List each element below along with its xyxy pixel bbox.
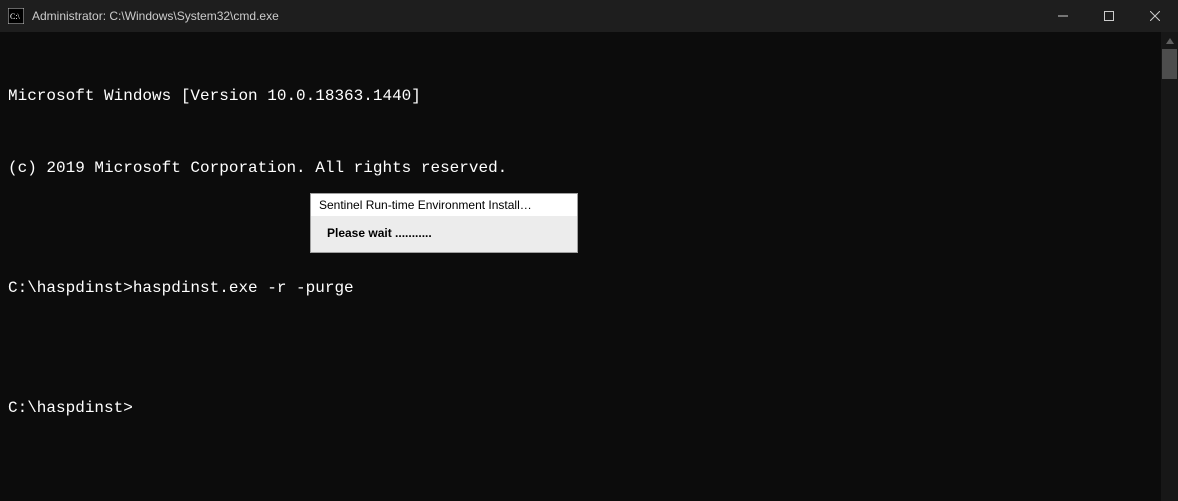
window-titlebar: C:\ Administrator: C:\Windows\System32\c… [0, 0, 1178, 32]
minimize-button[interactable] [1040, 0, 1086, 32]
terminal-line: Microsoft Windows [Version 10.0.18363.14… [8, 84, 1170, 108]
scroll-up-icon[interactable] [1161, 32, 1178, 49]
terminal-area[interactable]: Microsoft Windows [Version 10.0.18363.14… [0, 32, 1178, 501]
maximize-button[interactable] [1086, 0, 1132, 32]
dialog-message: Please wait ........... [311, 216, 577, 252]
window-title: Administrator: C:\Windows\System32\cmd.e… [32, 9, 1040, 23]
terminal-line: C:\haspdinst> [8, 396, 1170, 420]
cmd-icon: C:\ [8, 8, 24, 24]
install-dialog: Sentinel Run-time Environment Install… P… [310, 193, 578, 253]
vertical-scrollbar[interactable] [1161, 32, 1178, 501]
dialog-title: Sentinel Run-time Environment Install… [311, 194, 577, 216]
window-controls [1040, 0, 1178, 32]
close-button[interactable] [1132, 0, 1178, 32]
terminal-line: C:\haspdinst>haspdinst.exe -r -purge [8, 276, 1170, 300]
terminal-line: (c) 2019 Microsoft Corporation. All righ… [8, 156, 1170, 180]
svg-text:C:\: C:\ [10, 12, 21, 21]
scrollbar-thumb[interactable] [1162, 49, 1177, 79]
terminal-content: Microsoft Windows [Version 10.0.18363.14… [0, 32, 1178, 472]
